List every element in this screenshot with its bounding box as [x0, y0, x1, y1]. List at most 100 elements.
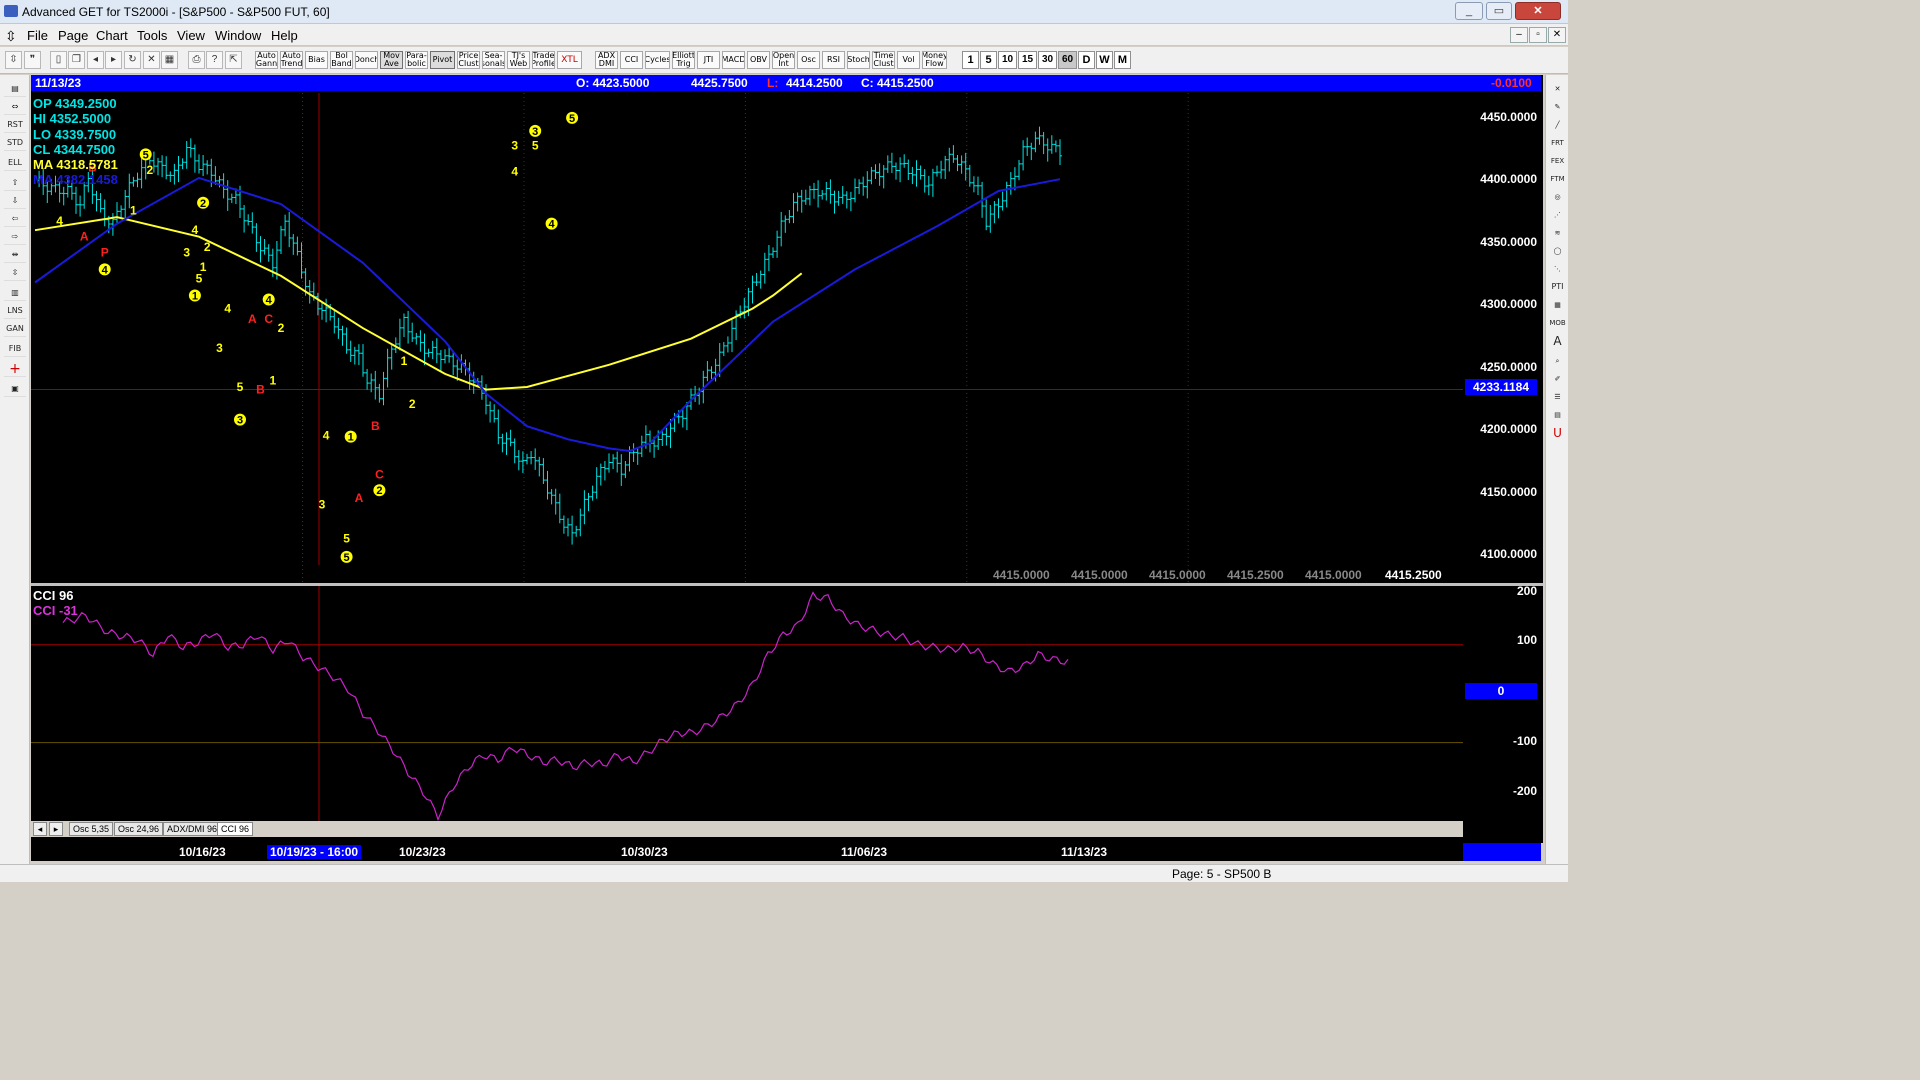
tool-parabolic[interactable]: Para-bolic [405, 51, 428, 69]
tool-vol[interactable]: Vol [897, 51, 920, 69]
channel-icon[interactable]: ≋ [1548, 225, 1567, 241]
timeframe-5[interactable]: 5 [980, 51, 997, 69]
tool-donch[interactable]: Donch [355, 51, 378, 69]
menu-chart[interactable]: Chart [96, 28, 128, 43]
tool-auto-trend[interactable]: Auto Trend [280, 51, 303, 69]
tool-price-clust[interactable]: Price Clust [457, 51, 480, 69]
timeframe-weekly[interactable]: W [1096, 51, 1113, 69]
fib-time-icon[interactable]: FTM [1548, 171, 1567, 187]
timeframe-daily[interactable]: D [1078, 51, 1095, 69]
grid-icon[interactable]: ▦ [161, 51, 178, 69]
menu-page[interactable]: Page [58, 28, 88, 43]
tab-next-icon[interactable]: ▸ [49, 822, 63, 836]
mdi-doc-icon[interactable]: ⇳ [5, 28, 17, 45]
copy-icon[interactable]: ❐ [68, 51, 85, 69]
arrow-up-icon[interactable]: ⇧ [4, 175, 26, 191]
tool-osc[interactable]: Osc [797, 51, 820, 69]
pencil-icon[interactable]: ✎ [1548, 99, 1567, 115]
template-icon[interactable]: ▤ [1548, 407, 1567, 423]
delete-icon[interactable]: ✕ [143, 51, 160, 69]
print-icon[interactable]: ⎙ [188, 51, 205, 69]
mob-icon[interactable]: MOB [1548, 315, 1567, 331]
mdi-restore-button[interactable]: ▫ [1529, 27, 1547, 43]
fan-icon[interactable]: ⋰ [1548, 207, 1567, 223]
tool-auto-gann[interactable]: Auto Gann [255, 51, 278, 69]
tool-pivot[interactable]: Pivot [430, 51, 455, 69]
timeframe-10[interactable]: 10 [998, 51, 1017, 69]
tool-trade-profile[interactable]: Trade Profile [532, 51, 555, 69]
date-axis[interactable]: 10/16/23 10/19/23 - 16:00 10/23/23 10/30… [31, 843, 1463, 861]
timeframe-30[interactable]: 30 [1038, 51, 1057, 69]
timeframe-monthly[interactable]: M [1114, 51, 1131, 69]
tab-osc-5-35[interactable]: Osc 5,35 [69, 822, 114, 836]
tab-prev-icon[interactable]: ◂ [33, 822, 47, 836]
tool-elliott-trig[interactable]: Elliott Trig [672, 51, 695, 69]
tool-time-clust[interactable]: Time Clust [872, 51, 895, 69]
help-icon[interactable]: ? [206, 51, 223, 69]
cci-axis[interactable]: 200 100 0 -100 -200 [1463, 584, 1543, 821]
tool-cci[interactable]: CCI [620, 51, 643, 69]
arrow-right-icon[interactable]: ⇨ [4, 229, 26, 245]
grid-tool-icon[interactable]: ▦ [1548, 297, 1567, 313]
zoom-bars-icon[interactable]: ⇔ [4, 99, 26, 115]
tool-bol-band[interactable]: Bol Band [330, 51, 353, 69]
timeframe-60[interactable]: 60 [1058, 51, 1077, 69]
minimize-button[interactable]: _ [1455, 2, 1483, 20]
tool-xtl[interactable]: XTL [557, 51, 582, 69]
elliott-icon[interactable]: ELL [4, 155, 26, 171]
timeframe-15[interactable]: 15 [1018, 51, 1037, 69]
maximize-button[interactable]: ▭ [1486, 2, 1512, 20]
tab-cci-96[interactable]: CCI 96 [217, 822, 254, 836]
menu-tools[interactable]: Tools [137, 28, 167, 43]
tool-money-flow[interactable]: Money Flow [922, 51, 947, 69]
tool-adx-dmi[interactable]: ADX DMI [595, 51, 618, 69]
close-button[interactable]: ✕ [1515, 2, 1561, 20]
tool-jti[interactable]: JTI [697, 51, 720, 69]
save-icon[interactable]: ▣ [4, 381, 26, 397]
refresh-icon[interactable]: ↻ [124, 51, 141, 69]
speed-lines-icon[interactable]: ⋱ [1548, 261, 1567, 277]
tool-mov-ave[interactable]: Mov Ave [380, 51, 403, 69]
tab-adx-dmi-96[interactable]: ADX/DMI 96 [163, 822, 222, 836]
fib-icon[interactable]: FIB [4, 341, 26, 357]
pti-icon[interactable]: PTI [1548, 279, 1567, 295]
study-icon[interactable]: STD [4, 135, 26, 151]
tool-seasonals[interactable]: Sea-sonals [482, 51, 505, 69]
scroll-left-icon[interactable]: ◂ [87, 51, 104, 69]
mdi-minimize-button[interactable]: – [1510, 27, 1528, 43]
undo-icon[interactable]: U [1548, 425, 1567, 441]
menu-window[interactable]: Window [215, 28, 261, 43]
close-panel-icon[interactable]: ✕ [1548, 81, 1567, 97]
compress-icon[interactable]: ⇹ [4, 247, 26, 263]
context-help-icon[interactable]: ⇱ [225, 51, 242, 69]
new-page-icon[interactable]: ▯ [50, 51, 67, 69]
menu-view[interactable]: View [177, 28, 205, 43]
tool-stoch[interactable]: Stoch [847, 51, 870, 69]
reset-icon[interactable]: RST [4, 117, 26, 133]
quote-icon[interactable]: ❞ [24, 51, 41, 69]
mdi-close-button[interactable]: ✕ [1548, 27, 1566, 43]
menu-help[interactable]: Help [271, 28, 298, 43]
menu-file[interactable]: File [27, 28, 48, 43]
draw-line-icon[interactable]: ╱ [1548, 117, 1567, 133]
timeframe-1[interactable]: 1 [962, 51, 979, 69]
tool-open-int[interactable]: Open Int [772, 51, 795, 69]
tab-osc-24-96[interactable]: Osc 24,96 [114, 822, 164, 836]
text-tool-icon[interactable]: A [1548, 333, 1567, 349]
price-axis[interactable]: 4450.0000 4400.0000 4350.0000 4300.0000 … [1463, 93, 1543, 583]
circle-icon[interactable]: ◎ [1548, 189, 1567, 205]
fib-ext-icon[interactable]: FEX [1548, 153, 1567, 169]
zoom-icon[interactable]: ⌕ [1548, 353, 1567, 369]
arrow-left-icon[interactable]: ⇦ [4, 211, 26, 227]
crosshair-icon[interactable]: + [4, 361, 26, 377]
lines-icon[interactable]: LNS [4, 303, 26, 319]
ellipse-icon[interactable]: ◯ [1548, 243, 1567, 259]
tool-macd[interactable]: MACD [722, 51, 745, 69]
chart-area[interactable]: 11/13/23 O: 4423.5000 4425.7500 L: 4414.… [31, 75, 1543, 843]
object-list-icon[interactable]: ☰ [1548, 389, 1567, 405]
highlighter-icon[interactable]: ✐ [1548, 371, 1567, 387]
tool-bias[interactable]: Bias [305, 51, 328, 69]
bars-icon[interactable]: ▥ [4, 285, 26, 301]
tool-rsi[interactable]: RSI [822, 51, 845, 69]
arrow-down-icon[interactable]: ⇩ [4, 193, 26, 209]
